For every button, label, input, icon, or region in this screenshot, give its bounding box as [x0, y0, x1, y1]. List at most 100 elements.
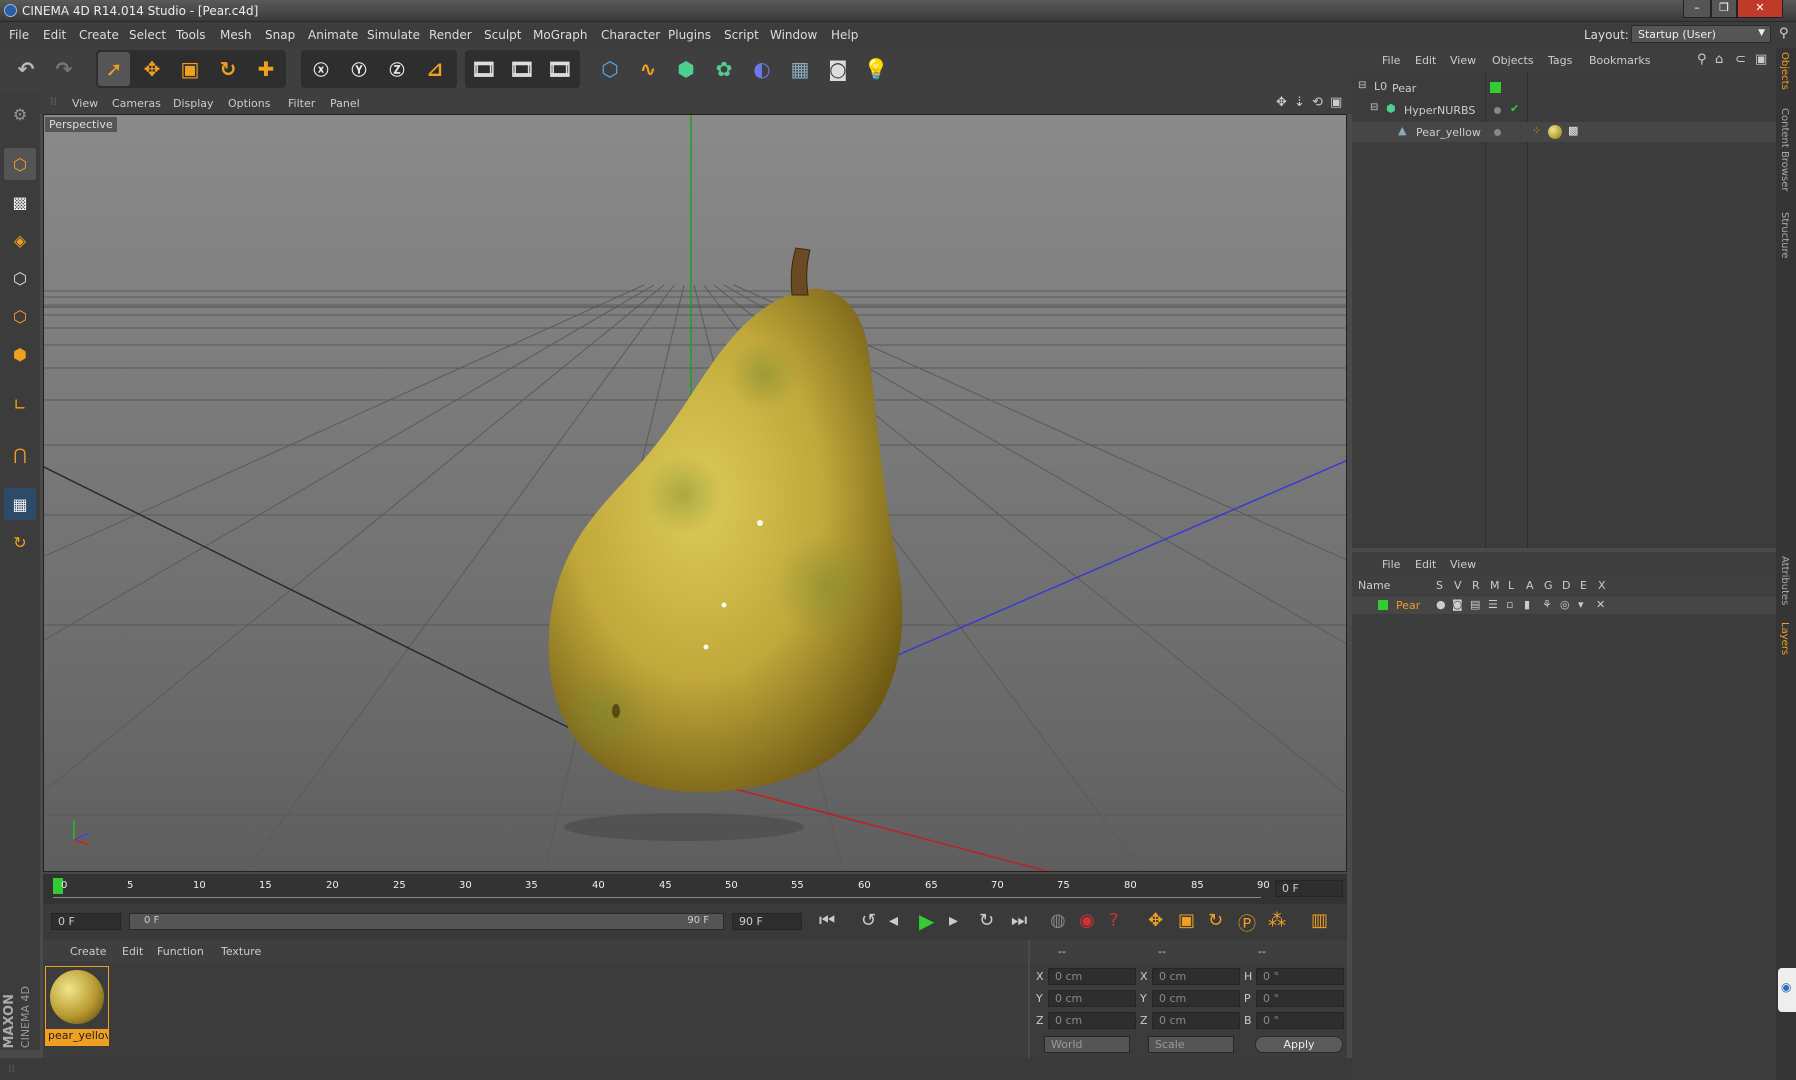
- menu-snap[interactable]: Snap: [265, 28, 295, 42]
- light-icon[interactable]: 💡: [860, 52, 892, 86]
- coordinate-system-icon[interactable]: ⊿: [419, 52, 451, 86]
- size-mode-select[interactable]: Scale: [1148, 1036, 1234, 1053]
- object-menu-bookmarks[interactable]: Bookmarks: [1589, 54, 1650, 67]
- workplane-rotate-icon[interactable]: ↻: [4, 526, 36, 558]
- tab-content-browser[interactable]: Content Browser: [1779, 108, 1790, 191]
- menu-script[interactable]: Script: [724, 28, 759, 42]
- expressions-icon[interactable]: ▾: [1578, 598, 1584, 611]
- scale-icon[interactable]: ▣: [174, 52, 206, 86]
- minimize-button[interactable]: –: [1683, 0, 1711, 18]
- manager-icon[interactable]: ☰: [1488, 598, 1498, 611]
- model-mode-icon[interactable]: ⬡: [4, 148, 36, 180]
- object-menu-file[interactable]: File: [1382, 54, 1400, 67]
- collapse-icon[interactable]: ⊟: [1358, 80, 1366, 91]
- layout-select[interactable]: Startup (User) ▼: [1631, 25, 1771, 43]
- size-x-field[interactable]: 0 cm: [1152, 968, 1240, 985]
- new-panel-icon[interactable]: ▣: [1755, 52, 1767, 67]
- redo-button[interactable]: ↷: [48, 52, 80, 86]
- key-position-icon[interactable]: ✥: [1148, 910, 1163, 931]
- edges-mode-icon[interactable]: ⬡: [4, 300, 36, 332]
- render-icon[interactable]: ▤: [1470, 598, 1480, 611]
- menu-create[interactable]: Create: [79, 28, 119, 42]
- close-button[interactable]: ✕: [1737, 0, 1783, 18]
- view-eye-icon[interactable]: ◙: [1452, 598, 1463, 611]
- position-y-field[interactable]: 0 cm: [1048, 990, 1136, 1007]
- x-axis-lock-icon[interactable]: ⓧ: [305, 52, 337, 86]
- menu-simulate[interactable]: Simulate: [367, 28, 420, 42]
- perspective-viewport[interactable]: [43, 114, 1347, 872]
- side-widget[interactable]: ◉: [1778, 968, 1796, 1012]
- layer-menu-file[interactable]: File: [1382, 558, 1400, 571]
- points-mode-icon[interactable]: ⬡: [4, 262, 36, 294]
- object-menu-objects[interactable]: Objects: [1492, 54, 1534, 67]
- search-icon[interactable]: ⚲: [1697, 52, 1707, 67]
- start-frame-field[interactable]: 0 F: [51, 913, 121, 930]
- frame-range-slider[interactable]: 0 F 90 F: [129, 913, 724, 930]
- maximize-button[interactable]: ❐: [1711, 0, 1737, 18]
- visibility-dot[interactable]: [1494, 107, 1501, 114]
- go-to-end-icon[interactable]: ⏭: [1011, 910, 1027, 931]
- search-icon[interactable]: ⚲: [1779, 26, 1789, 41]
- make-editable-icon[interactable]: ⚙: [4, 98, 36, 130]
- menu-mesh[interactable]: Mesh: [220, 28, 252, 42]
- layer-row-pear[interactable]: Pear ● ◙ ▤ ☰ ▫ ▮ ⚘ ◎ ▾ ✕: [1352, 596, 1776, 614]
- lock-icon[interactable]: ▫: [1506, 598, 1513, 611]
- object-menu-view[interactable]: View: [1450, 54, 1476, 67]
- material-menu-create[interactable]: Create: [70, 945, 107, 958]
- texture-mode-icon[interactable]: ▩: [4, 186, 36, 218]
- deformer-icon[interactable]: ◐: [746, 52, 778, 86]
- apply-button[interactable]: Apply: [1255, 1036, 1343, 1053]
- nurbs-icon[interactable]: ⬢: [670, 52, 702, 86]
- previous-frame-icon[interactable]: ◂: [889, 910, 898, 931]
- viewport-menu-cameras[interactable]: Cameras: [112, 97, 161, 110]
- rotate-icon[interactable]: ↻: [212, 52, 244, 86]
- position-z-field[interactable]: 0 cm: [1048, 1012, 1136, 1029]
- material-menu-texture[interactable]: Texture: [221, 945, 261, 958]
- z-axis-lock-icon[interactable]: Ⓩ: [381, 52, 413, 86]
- menu-select[interactable]: Select: [129, 28, 166, 42]
- viewport-menu-display[interactable]: Display: [173, 97, 214, 110]
- viewport-menu-panel[interactable]: Panel: [330, 97, 360, 110]
- timeline-layout-icon[interactable]: ▥: [1311, 910, 1328, 931]
- viewport-menu-filter[interactable]: Filter: [288, 97, 315, 110]
- camera-icon[interactable]: ◙: [822, 52, 854, 86]
- next-frame-icon[interactable]: ▸: [949, 910, 958, 931]
- coordinate-mode-select[interactable]: World: [1044, 1036, 1130, 1053]
- object-menu-tags[interactable]: Tags: [1548, 54, 1572, 67]
- viewport-menu-options[interactable]: Options: [228, 97, 270, 110]
- spline-icon[interactable]: ∿: [632, 52, 664, 86]
- record-keys-icon[interactable]: ◍: [1050, 910, 1066, 931]
- recent-tools-icon[interactable]: ✚: [250, 52, 282, 86]
- keyframe-selection-icon[interactable]: ?: [1109, 910, 1119, 931]
- layer-color-swatch[interactable]: [1378, 600, 1388, 610]
- menu-window[interactable]: Window: [770, 28, 817, 42]
- enabled-check-icon[interactable]: ✔: [1510, 102, 1519, 115]
- layer-menu-edit[interactable]: Edit: [1415, 558, 1436, 571]
- generators-icon[interactable]: ⚘: [1542, 598, 1552, 611]
- menu-animate[interactable]: Animate: [308, 28, 358, 42]
- tab-structure[interactable]: Structure: [1779, 212, 1790, 259]
- layer-color-swatch[interactable]: [1490, 82, 1501, 93]
- deformers-icon[interactable]: ◎: [1560, 598, 1570, 611]
- key-rotation-icon[interactable]: ↻: [1208, 910, 1223, 931]
- cube-primitive-icon[interactable]: ⬡: [594, 52, 626, 86]
- rotation-h-field[interactable]: 0 °: [1256, 968, 1344, 985]
- floor-environment-icon[interactable]: ▦: [784, 52, 816, 86]
- viewport-maximize-icon[interactable]: ▣: [1330, 95, 1342, 110]
- menu-edit[interactable]: Edit: [43, 28, 66, 42]
- visibility-dot[interactable]: [1494, 129, 1501, 136]
- animation-icon[interactable]: ▮: [1524, 598, 1530, 611]
- undo-button[interactable]: ↶: [10, 52, 42, 86]
- tab-layers[interactable]: Layers: [1779, 622, 1790, 655]
- link-icon[interactable]: ⊂: [1735, 52, 1746, 67]
- xref-icon[interactable]: ✕: [1596, 598, 1605, 611]
- size-z-field[interactable]: 0 cm: [1152, 1012, 1240, 1029]
- home-icon[interactable]: ⌂: [1715, 52, 1723, 67]
- material-tag-icon[interactable]: [1548, 125, 1562, 139]
- play-icon[interactable]: ▶: [919, 909, 934, 933]
- viewport-pan-icon[interactable]: ✥: [1276, 95, 1287, 110]
- key-scale-icon[interactable]: ▣: [1178, 910, 1195, 931]
- live-selection-icon[interactable]: ➚: [98, 52, 130, 86]
- render-picture-viewer-icon[interactable]: 🎞: [506, 52, 538, 86]
- menu-character[interactable]: Character: [601, 28, 660, 42]
